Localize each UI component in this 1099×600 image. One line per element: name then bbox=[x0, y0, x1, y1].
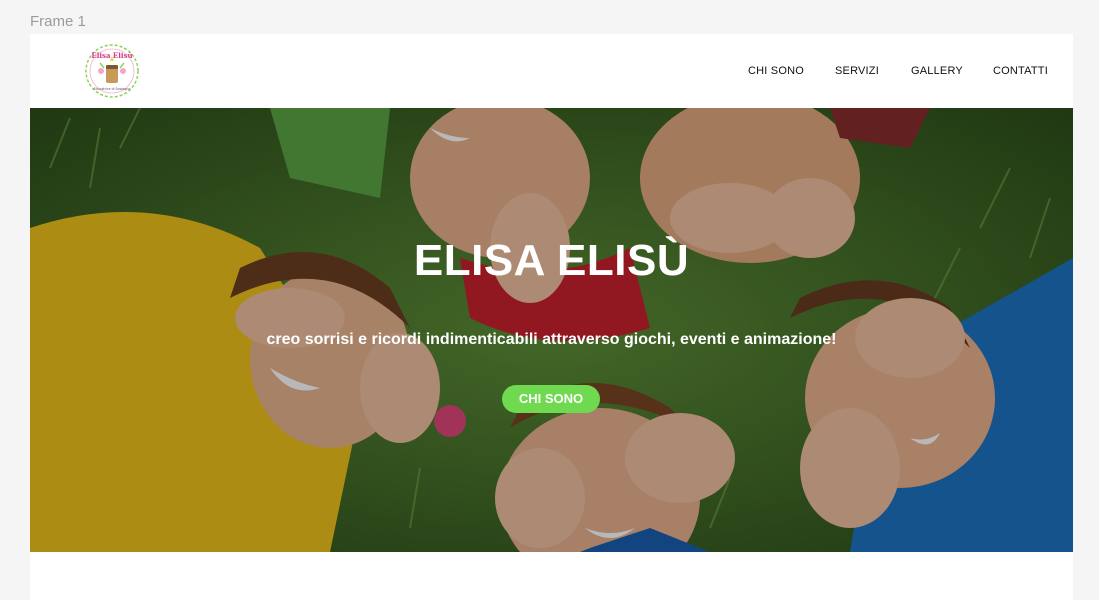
nav-item-contatti[interactable]: CONTATTI bbox=[993, 65, 1048, 77]
site-header: Elisa Elisù Educatrice di Sostegno CHI S… bbox=[30, 34, 1073, 108]
nav-item-servizi[interactable]: SERVIZI bbox=[835, 65, 879, 77]
logo-text-bottom: Educatrice di Sostegno bbox=[94, 87, 131, 91]
hero-title: ELISA ELISÙ bbox=[413, 236, 690, 285]
frame-label: Frame 1 bbox=[30, 13, 86, 30]
page-frame: Elisa Elisù Educatrice di Sostegno CHI S… bbox=[30, 34, 1073, 600]
hero-subtitle: creo sorrisi e ricordi indimenticabili a… bbox=[266, 331, 837, 348]
nav-item-gallery[interactable]: GALLERY bbox=[911, 65, 963, 77]
main-nav: CHI SONO SERVIZI GALLERY CONTATTI bbox=[30, 65, 1073, 79]
hero-overlay bbox=[30, 108, 1073, 552]
hero-section: ELISA ELISÙ creo sorrisi e ricordi indim… bbox=[30, 108, 1073, 552]
nav-item-chi-sono[interactable]: CHI SONO bbox=[748, 65, 804, 77]
chi-sono-button[interactable]: CHI SONO bbox=[502, 385, 600, 413]
